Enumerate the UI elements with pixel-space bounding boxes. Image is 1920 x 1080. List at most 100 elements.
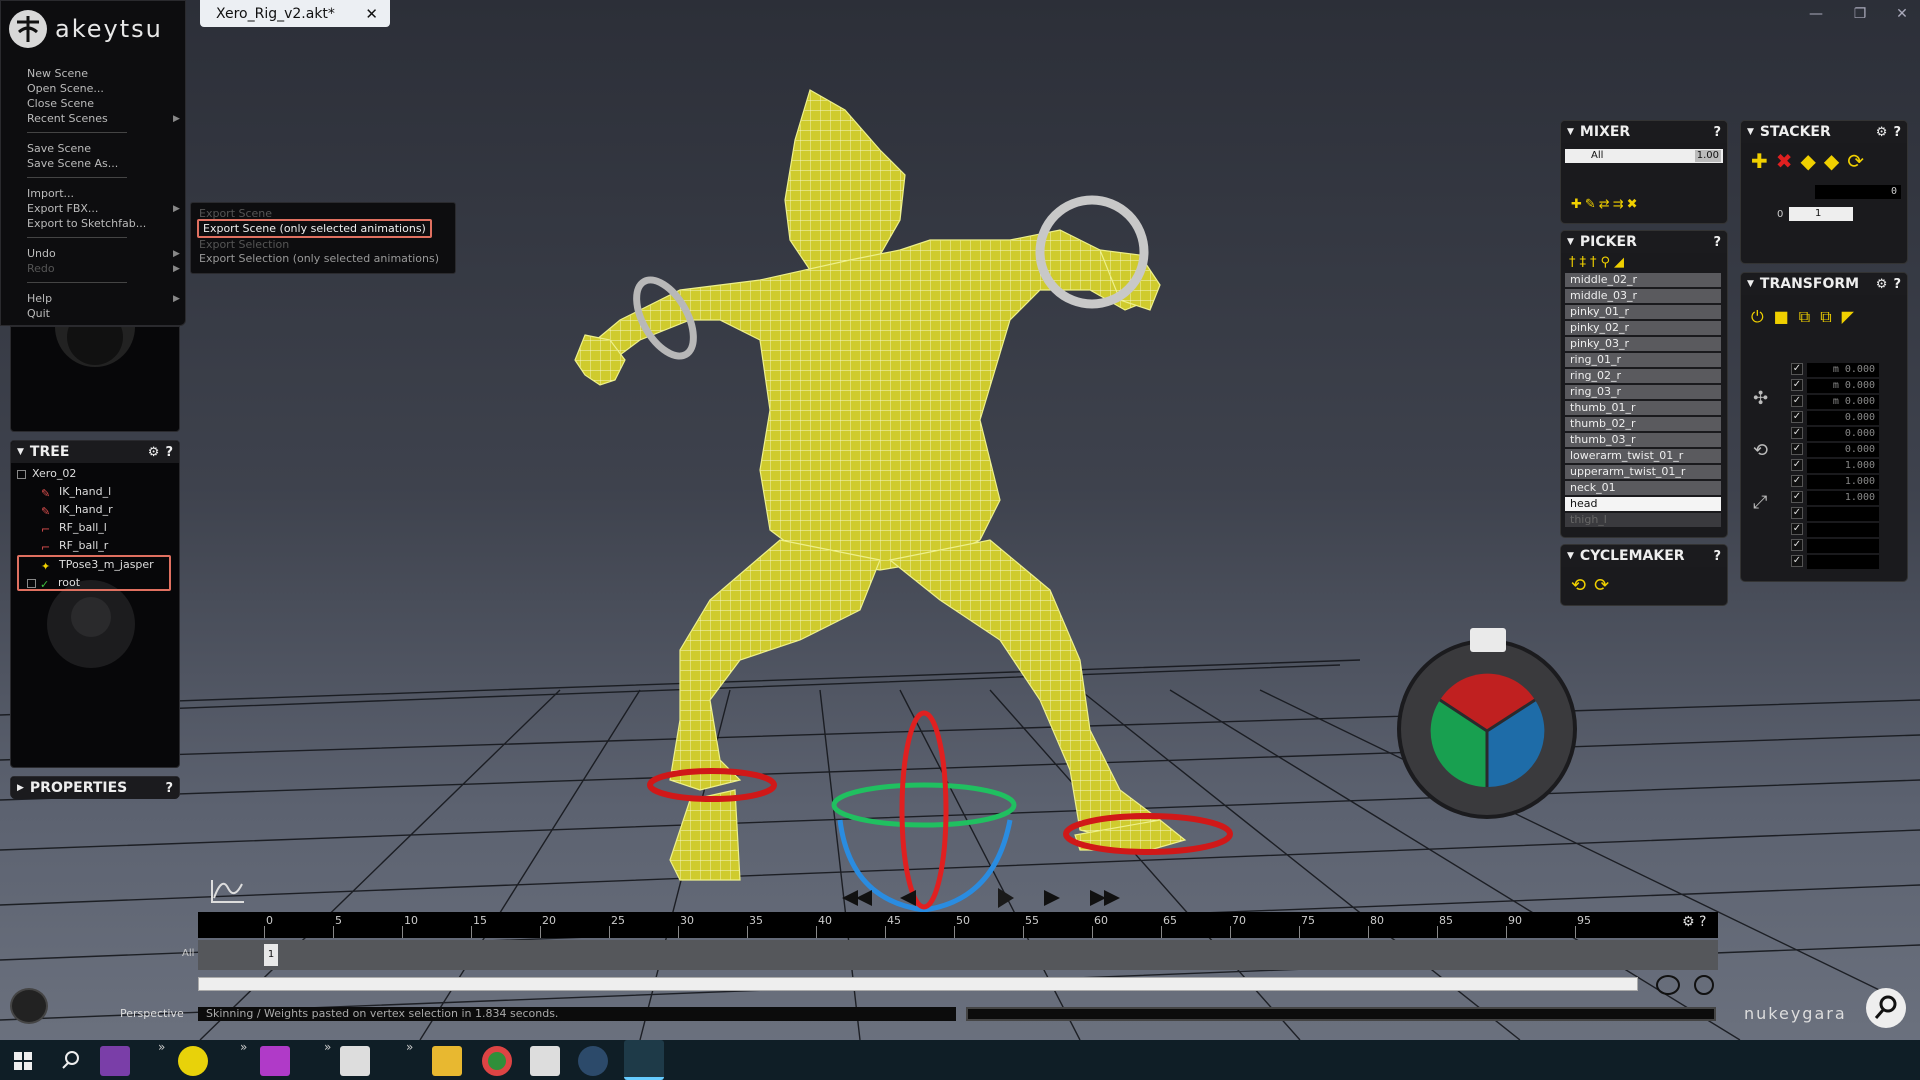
tree-item-ik-hand-r[interactable]: ✎ IK_hand_r	[41, 503, 113, 518]
transform-value-field[interactable]	[1807, 555, 1879, 569]
current-frame-key[interactable]: 1	[264, 944, 278, 966]
transform-value-field[interactable]: m 0.000	[1807, 363, 1879, 377]
collapse-triangle-icon[interactable]: ▼	[17, 447, 24, 457]
transform-value-field[interactable]: 1.000	[1807, 491, 1879, 505]
menu-item-undo[interactable]: Undo	[27, 247, 56, 260]
collapse-triangle-icon[interactable]: ▼	[1747, 279, 1754, 289]
help-icon[interactable]: ?	[1713, 125, 1721, 140]
menu-item-export-sketchfab[interactable]: Export to Sketchfab...	[27, 217, 146, 230]
properties-panel-header[interactable]: ▶ PROPERTIES ?	[11, 777, 179, 799]
picker-item[interactable]: neck_01	[1565, 481, 1721, 495]
picker-item[interactable]: ring_01_r	[1565, 353, 1721, 367]
collapse-triangle-icon[interactable]: ▼	[1747, 127, 1754, 137]
transform-value-field[interactable]: 0.000	[1807, 443, 1879, 457]
axis-enable-checkbox[interactable]: ✓	[1791, 491, 1803, 503]
tree-item-rf-ball-r[interactable]: ⌐ RF_ball_r	[41, 539, 108, 554]
transform-value-field[interactable]	[1807, 539, 1879, 553]
picker-item[interactable]: ring_02_r	[1565, 369, 1721, 383]
minimize-button[interactable]: —	[1802, 4, 1830, 24]
axis-enable-checkbox[interactable]: ✓	[1791, 475, 1803, 487]
picker-item[interactable]: upperarm_twist_01_r	[1565, 465, 1721, 479]
zoom-in-icon[interactable]	[1656, 975, 1680, 995]
timeline-ruler[interactable]: 0 5 10 15 20 25 30 35 40 45 50 55 60 65 70 75 80 85 90 95	[198, 912, 1718, 938]
timeline-scrollbar[interactable]	[198, 977, 1638, 991]
picker-item[interactable]: thigh_l	[1565, 513, 1721, 527]
picker-item[interactable]: pinky_01_r	[1565, 305, 1721, 319]
document-tab[interactable]: Xero_Rig_v2.akt* ✕	[200, 0, 390, 27]
tree-item-ik-hand-l[interactable]: ✎ IK_hand_l	[41, 485, 111, 500]
picker-item[interactable]: lowerarm_twist_01_r	[1565, 449, 1721, 463]
gear-icon[interactable]: ⚙	[148, 445, 160, 460]
app-icon[interactable]	[578, 1046, 608, 1076]
picker-item[interactable]: pinky_02_r	[1565, 321, 1721, 335]
expand-triangle-icon[interactable]: ▶	[17, 783, 24, 793]
overflow-chevron-icon[interactable]: »	[406, 1040, 413, 1054]
picker-item[interactable]: head	[1565, 497, 1721, 511]
transform-value-field[interactable]	[1807, 507, 1879, 521]
axis-enable-checkbox[interactable]: ✓	[1791, 555, 1803, 567]
menu-item-quit[interactable]: Quit	[27, 307, 50, 320]
axis-enable-checkbox[interactable]: ✓	[1791, 523, 1803, 535]
menu-item-new-scene[interactable]: New Scene	[27, 67, 88, 80]
search-icon[interactable]	[62, 1051, 80, 1069]
overflow-chevron-icon[interactable]: »	[324, 1040, 331, 1054]
menu-item-open-scene[interactable]: Open Scene...	[27, 82, 104, 95]
transform-value-field[interactable]: 1.000	[1807, 459, 1879, 473]
picker-item[interactable]: thumb_01_r	[1565, 401, 1721, 415]
overflow-chevron-icon[interactable]: »	[158, 1040, 165, 1054]
menu-item-close-scene[interactable]: Close Scene	[27, 97, 94, 110]
tab-close-icon[interactable]: ✕	[365, 5, 378, 23]
windows-start-icon[interactable]	[14, 1052, 32, 1070]
app-icon[interactable]	[178, 1046, 208, 1076]
tree-item-xero-02[interactable]: Xero_02	[17, 467, 76, 480]
collapse-triangle-icon[interactable]: ▼	[1567, 551, 1574, 561]
axis-enable-checkbox[interactable]: ✓	[1791, 459, 1803, 471]
submenu-item-export-selection-selected-animations[interactable]: Export Selection (only selected animatio…	[199, 252, 439, 265]
gear-icon[interactable]: ⚙	[1682, 914, 1695, 930]
camera-label[interactable]: Perspective	[120, 1007, 184, 1020]
search-key-icon[interactable]	[1866, 988, 1906, 1028]
gear-icon[interactable]: ⚙	[1876, 277, 1888, 292]
menu-item-export-fbx[interactable]: Export FBX...	[27, 202, 98, 215]
transform-value-field[interactable]: 1.000	[1807, 475, 1879, 489]
layout-switch-icon[interactable]	[10, 988, 48, 1024]
picker-item[interactable]: ring_03_r	[1565, 385, 1721, 399]
tree-item-rf-ball-l[interactable]: ⌐ RF_ball_l	[41, 521, 107, 536]
axis-enable-checkbox[interactable]: ✓	[1791, 411, 1803, 423]
mixer-tool-icons[interactable]: ✚✎⇄⇉✖	[1571, 197, 1640, 212]
picker-item[interactable]: middle_02_r	[1565, 273, 1721, 287]
stacker-tool-icons[interactable]: ✚✖◆◆⟳	[1751, 149, 1872, 173]
zbrush-icon[interactable]	[340, 1046, 370, 1076]
axis-enable-checkbox[interactable]: ✓	[1791, 379, 1803, 391]
tree-item-tpose3-m-jasper[interactable]: ✦ TPose3_m_jasper	[41, 558, 154, 573]
help-icon[interactable]: ?	[1713, 235, 1721, 250]
affinity-icon[interactable]	[260, 1046, 290, 1076]
submenu-item-export-selection[interactable]: Export Selection	[199, 238, 289, 251]
menu-item-help[interactable]: Help	[27, 292, 52, 305]
expand-icon[interactable]	[17, 469, 26, 479]
menu-item-recent-scenes[interactable]: Recent Scenes	[27, 112, 108, 125]
zoom-reset-icon[interactable]	[1694, 975, 1714, 995]
cyclemaker-tool-icons[interactable]: ⟲⟳	[1571, 575, 1617, 596]
timeline-track[interactable]: All 1	[182, 940, 1718, 970]
axis-enable-checkbox[interactable]: ✓	[1791, 507, 1803, 519]
layer-weight[interactable]: 1.00	[1694, 150, 1721, 162]
help-icon[interactable]: ?	[1893, 125, 1901, 140]
help-icon[interactable]: ?	[1893, 277, 1901, 292]
collapse-triangle-icon[interactable]: ▼	[1567, 237, 1574, 247]
help-icon[interactable]: ?	[165, 445, 173, 460]
axis-enable-checkbox[interactable]: ✓	[1791, 363, 1803, 375]
picker-item[interactable]: middle_03_r	[1565, 289, 1721, 303]
axis-enable-checkbox[interactable]: ✓	[1791, 427, 1803, 439]
restore-button[interactable]: ❐	[1846, 4, 1874, 24]
expand-icon[interactable]	[27, 578, 36, 588]
app-icon[interactable]	[530, 1046, 560, 1076]
stacker-value-field[interactable]: 0	[1815, 185, 1901, 199]
picker-item[interactable]: thumb_03_r	[1565, 433, 1721, 447]
transform-value-field[interactable]: m 0.000	[1807, 395, 1879, 409]
gear-icon[interactable]: ⚙	[1876, 125, 1888, 140]
menu-item-import[interactable]: Import...	[27, 187, 74, 200]
help-icon[interactable]: ?	[1699, 914, 1706, 930]
picker-item[interactable]: pinky_03_r	[1565, 337, 1721, 351]
collapse-triangle-icon[interactable]: ▼	[1567, 127, 1574, 137]
